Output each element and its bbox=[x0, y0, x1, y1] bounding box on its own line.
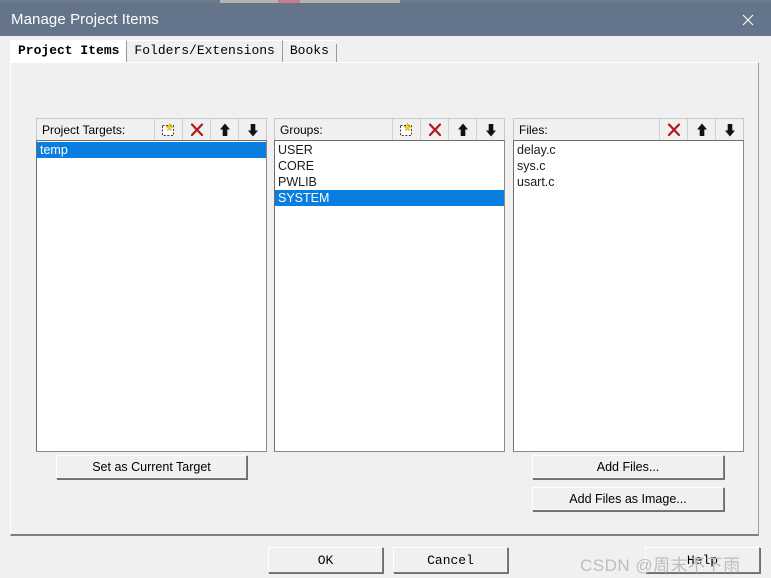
project-items-panel: Project Targets: temp Groups: USER CORE … bbox=[10, 62, 759, 536]
add-files-as-image-label: Add Files as Image... bbox=[569, 492, 687, 506]
add-files-as-image-button[interactable]: Add Files as Image... bbox=[532, 487, 724, 511]
set-as-current-target-button[interactable]: Set as Current Target bbox=[56, 455, 247, 479]
delete-icon[interactable] bbox=[420, 119, 448, 140]
list-item-label: SYSTEM bbox=[278, 191, 330, 205]
list-item[interactable]: CORE bbox=[275, 158, 504, 174]
move-up-icon[interactable] bbox=[210, 119, 238, 140]
add-files-button[interactable]: Add Files... bbox=[532, 455, 724, 479]
manage-project-items-dialog: Manage Project Items Project Items Folde… bbox=[0, 3, 771, 578]
project-targets-list[interactable]: temp bbox=[36, 140, 267, 452]
tab-folders-extensions[interactable]: Folders/Extensions bbox=[126, 40, 282, 62]
ok-button[interactable]: OK bbox=[268, 547, 383, 573]
files-label: Files: bbox=[519, 122, 548, 137]
set-as-current-target-label: Set as Current Target bbox=[92, 460, 211, 474]
files-list[interactable]: delay.c sys.c usart.c bbox=[513, 140, 744, 452]
move-down-icon[interactable] bbox=[238, 119, 266, 140]
list-item-label: CORE bbox=[278, 159, 315, 173]
list-item[interactable]: usart.c bbox=[514, 174, 743, 190]
groups-list[interactable]: USER CORE PWLIB SYSTEM bbox=[274, 140, 505, 452]
new-item-icon[interactable] bbox=[392, 119, 420, 140]
groups-header: Groups: bbox=[274, 118, 505, 140]
files-column: Files: delay.c sys.c usart.c bbox=[513, 118, 744, 452]
list-item[interactable]: SYSTEM bbox=[275, 190, 504, 206]
list-item-label: USER bbox=[278, 143, 313, 157]
title-bar: Manage Project Items bbox=[0, 3, 771, 36]
move-up-icon[interactable] bbox=[687, 119, 715, 140]
list-item[interactable]: USER bbox=[275, 142, 504, 158]
close-icon[interactable] bbox=[725, 3, 771, 36]
ok-label: OK bbox=[317, 552, 334, 568]
tab-label: Folders/Extensions bbox=[134, 43, 275, 58]
project-targets-header: Project Targets: bbox=[36, 118, 267, 140]
list-item[interactable]: sys.c bbox=[514, 158, 743, 174]
tab-strip-endcap bbox=[335, 44, 337, 62]
project-targets-toolbar bbox=[154, 119, 266, 141]
list-item[interactable]: PWLIB bbox=[275, 174, 504, 190]
list-item-label: usart.c bbox=[517, 175, 555, 189]
list-item-label: PWLIB bbox=[278, 175, 317, 189]
new-item-icon[interactable] bbox=[154, 119, 182, 140]
files-header: Files: bbox=[513, 118, 744, 140]
dialog-footer: OK Cancel Help bbox=[0, 538, 771, 578]
cancel-button[interactable]: Cancel bbox=[393, 547, 508, 573]
project-targets-column: Project Targets: temp bbox=[36, 118, 267, 452]
window-title: Manage Project Items bbox=[11, 11, 159, 28]
help-label: Help bbox=[686, 552, 719, 568]
tab-label: Project Items bbox=[18, 43, 120, 58]
groups-column: Groups: USER CORE PWLIB SYSTEM bbox=[274, 118, 505, 452]
files-toolbar bbox=[659, 119, 743, 141]
tab-project-items[interactable]: Project Items bbox=[10, 40, 127, 63]
groups-toolbar bbox=[392, 119, 504, 141]
help-button[interactable]: Help bbox=[645, 547, 760, 573]
add-files-label: Add Files... bbox=[596, 460, 660, 474]
list-item-label: delay.c bbox=[517, 143, 556, 157]
move-down-icon[interactable] bbox=[476, 119, 504, 140]
cancel-label: Cancel bbox=[427, 552, 474, 568]
tab-books[interactable]: Books bbox=[281, 40, 336, 62]
project-targets-label: Project Targets: bbox=[42, 122, 126, 137]
delete-icon[interactable] bbox=[182, 119, 210, 140]
delete-icon[interactable] bbox=[659, 119, 687, 140]
move-up-icon[interactable] bbox=[448, 119, 476, 140]
list-item[interactable]: temp bbox=[37, 142, 266, 158]
list-item-label: temp bbox=[40, 143, 68, 157]
tab-strip: Project Items Folders/Extensions Books bbox=[10, 40, 761, 63]
move-down-icon[interactable] bbox=[715, 119, 743, 140]
tab-label: Books bbox=[289, 43, 329, 58]
list-item-label: sys.c bbox=[517, 159, 546, 173]
list-item[interactable]: delay.c bbox=[514, 142, 743, 158]
groups-label: Groups: bbox=[280, 122, 323, 137]
